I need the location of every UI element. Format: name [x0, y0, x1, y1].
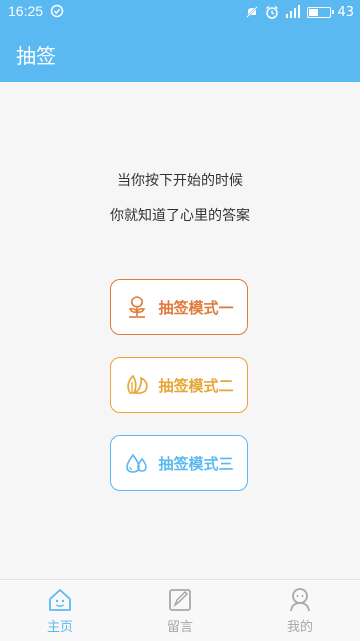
mode-one-button[interactable]: 抽签模式一 — [110, 279, 248, 335]
mode-two-label: 抽签模式二 — [158, 376, 234, 395]
water-drops-icon — [126, 453, 148, 473]
tab-profile[interactable]: 我的 — [240, 584, 360, 639]
page-title: 抽签 — [16, 46, 56, 68]
note-icon — [169, 589, 191, 611]
notifications-off-icon — [246, 6, 259, 18]
tab-profile-label: 我的 — [286, 620, 313, 635]
battery-percent: 43 — [337, 4, 354, 20]
check-circle-icon — [50, 4, 64, 18]
tab-message-label: 留言 — [166, 620, 193, 635]
mode-one-label: 抽签模式一 — [158, 298, 234, 317]
home-icon — [49, 589, 71, 611]
leaf-icon — [127, 374, 149, 394]
flower-icon — [129, 296, 146, 318]
intro-line-2: 你就知道了心里的答案 — [110, 208, 250, 224]
status-icons: 43 — [245, 4, 354, 20]
intro-line-1: 当你按下开始的时候 — [117, 173, 243, 189]
status-bar: 16:25 43 — [0, 0, 360, 24]
mode-two-button[interactable]: 抽签模式二 — [110, 357, 248, 413]
battery-icon — [307, 6, 335, 18]
status-time: 16:25 — [8, 3, 44, 19]
tab-message[interactable]: 留言 — [120, 584, 240, 639]
app-bar: 抽签 — [0, 24, 360, 82]
alarm-icon — [266, 5, 279, 19]
tab-home-label: 主页 — [46, 620, 73, 635]
signal-icon — [286, 5, 301, 18]
mode-three-button[interactable]: 抽签模式三 — [110, 435, 248, 491]
bottom-tab-bar: 主页 留言 我的 — [0, 579, 360, 641]
mode-three-label: 抽签模式三 — [158, 454, 234, 473]
tab-home[interactable]: 主页 — [0, 584, 120, 639]
battery-level — [309, 8, 318, 16]
main-content: 当你按下开始的时候 你就知道了心里的答案 抽签模式一 抽签模式二 抽签模式三 — [0, 82, 360, 579]
profile-icon — [290, 588, 310, 612]
